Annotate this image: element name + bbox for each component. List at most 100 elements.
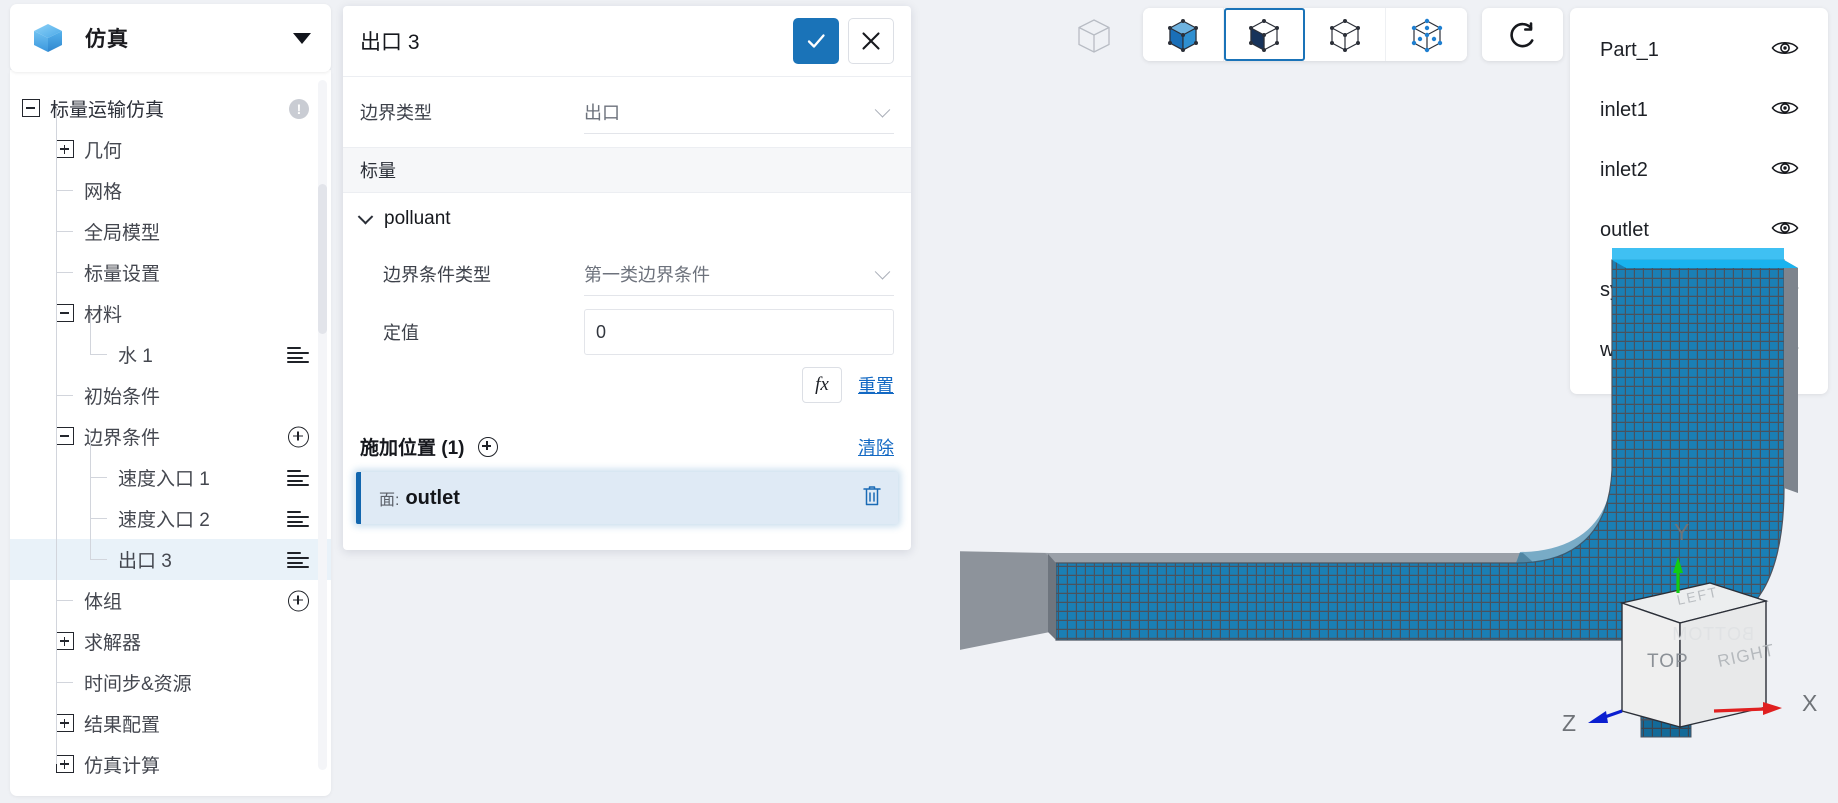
tree-item-6[interactable]: 水 1 bbox=[10, 334, 331, 375]
bc-type-label: 边界条件类型 bbox=[383, 265, 491, 285]
sidebar-scrollbar-thumb[interactable] bbox=[318, 184, 327, 334]
svg-text:TOP: TOP bbox=[1647, 651, 1689, 672]
tree-connector bbox=[90, 354, 107, 356]
tree-connector bbox=[56, 600, 73, 602]
polluant-group-label: polluant bbox=[384, 208, 451, 229]
collapse-icon[interactable] bbox=[56, 427, 74, 445]
tree-item-10[interactable]: 速度入口 2 bbox=[10, 498, 331, 539]
tree-item-label: 初始条件 bbox=[84, 387, 161, 408]
tree-item-label: 时间步&资源 bbox=[84, 674, 192, 695]
tree-item-label: 全局模型 bbox=[84, 223, 161, 244]
tree-item-4[interactable]: 标量设置 bbox=[10, 252, 331, 293]
tree-item-label: 出口 3 bbox=[118, 551, 172, 572]
trash-icon[interactable] bbox=[860, 483, 884, 513]
scalar-section-header: 标量 bbox=[343, 147, 911, 193]
tree-item-0[interactable]: 标量运输仿真! bbox=[10, 88, 331, 129]
tree-connector bbox=[56, 231, 73, 233]
boundary-type-row: 边界类型 出口 bbox=[343, 77, 911, 147]
location-title: 施加位置 (1) bbox=[360, 438, 465, 459]
tree-connector bbox=[56, 272, 73, 274]
tree-item-5[interactable]: 材料 bbox=[10, 293, 331, 334]
axis-label-z: Z bbox=[1562, 710, 1577, 736]
tree-item-14[interactable]: 时间步&资源 bbox=[10, 662, 331, 703]
tree-item-label: 边界条件 bbox=[84, 428, 161, 449]
plus-circle-icon bbox=[288, 590, 309, 611]
tree-item-7[interactable]: 初始条件 bbox=[10, 375, 331, 416]
tree-item-3[interactable]: 全局模型 bbox=[10, 211, 331, 252]
boundary-condition-dialog: 出口 3 边界类型 出口 标量 polluant 边界条件类型 第一类边界条件 … bbox=[343, 6, 911, 550]
tree-item-8[interactable]: 边界条件 bbox=[10, 416, 331, 457]
polluant-group-header[interactable]: polluant bbox=[343, 193, 911, 245]
dialog-header: 出口 3 bbox=[343, 6, 911, 77]
tree-item-16[interactable]: 仿真计算 bbox=[10, 744, 331, 785]
tree-connector bbox=[56, 190, 73, 192]
boundary-type-label: 边界类型 bbox=[360, 103, 432, 123]
location-item[interactable]: 面: outlet bbox=[356, 472, 898, 524]
menu-icon bbox=[287, 469, 309, 487]
tree-item-label: 网格 bbox=[84, 182, 123, 203]
dialog-title: 出口 3 bbox=[360, 31, 420, 54]
row-menu-button[interactable] bbox=[287, 469, 309, 487]
tree-item-label: 水 1 bbox=[118, 346, 153, 367]
tree-item-11[interactable]: 出口 3 bbox=[10, 539, 331, 580]
expand-icon[interactable] bbox=[56, 714, 74, 732]
location-kind: 面: bbox=[379, 492, 400, 509]
chevron-down-icon bbox=[874, 263, 891, 280]
constant-value-input[interactable]: 0 bbox=[584, 309, 894, 355]
row-add-button[interactable] bbox=[288, 426, 309, 447]
row-menu-button[interactable] bbox=[287, 551, 309, 569]
tree-item-9[interactable]: 速度入口 1 bbox=[10, 457, 331, 498]
location-header: 施加位置 (1) 清除 bbox=[343, 417, 911, 468]
expand-icon[interactable] bbox=[56, 755, 74, 773]
row-add-button[interactable] bbox=[288, 590, 309, 611]
collapse-icon[interactable] bbox=[56, 304, 74, 322]
collapse-icon[interactable] bbox=[22, 99, 40, 117]
tree-item-label: 标量运输仿真 bbox=[50, 100, 165, 121]
confirm-button[interactable] bbox=[793, 18, 839, 64]
dialog-footer bbox=[343, 524, 911, 550]
menu-icon bbox=[287, 551, 309, 569]
tree-item-13[interactable]: 求解器 bbox=[10, 621, 331, 662]
expand-icon[interactable] bbox=[56, 140, 74, 158]
app-root: 仿真 标量运输仿真! 几何网格全局模型标量设置 材料水 1 初始条件边界条件速度入口 … bbox=[0, 0, 1838, 803]
row-menu-button[interactable] bbox=[287, 346, 309, 364]
clear-link[interactable]: 清除 bbox=[858, 434, 894, 460]
expand-icon[interactable] bbox=[56, 632, 74, 650]
tree-item-label: 速度入口 1 bbox=[118, 469, 210, 490]
tree-item-label: 几何 bbox=[84, 141, 123, 162]
boundary-type-select[interactable]: 出口 bbox=[584, 90, 894, 134]
menu-icon bbox=[287, 510, 309, 528]
tree-item-2[interactable]: 网格 bbox=[10, 170, 331, 211]
tree-item-label: 结果配置 bbox=[84, 715, 161, 736]
tree-item-12[interactable]: 体组 bbox=[10, 580, 331, 621]
cube-icon bbox=[30, 20, 66, 56]
bc-type-value: 第一类边界条件 bbox=[584, 264, 710, 285]
tree-item-label: 速度入口 2 bbox=[118, 510, 210, 531]
reset-link[interactable]: 重置 bbox=[858, 372, 894, 398]
row-menu-button[interactable] bbox=[287, 510, 309, 528]
constant-value-label: 定值 bbox=[383, 323, 419, 343]
sidebar-header[interactable]: 仿真 bbox=[10, 4, 331, 72]
app-title: 仿真 bbox=[85, 28, 129, 51]
tree-item-15[interactable]: 结果配置 bbox=[10, 703, 331, 744]
formula-actions: fx 重置 bbox=[343, 361, 911, 417]
tree-connector bbox=[90, 477, 107, 479]
caret-down-icon[interactable] bbox=[293, 32, 311, 44]
cancel-button[interactable] bbox=[848, 18, 894, 64]
tree-connector bbox=[56, 682, 73, 684]
tree-item-label: 仿真计算 bbox=[84, 756, 161, 777]
formula-button[interactable]: fx bbox=[802, 367, 842, 403]
tree-connector bbox=[90, 518, 107, 520]
plus-circle-icon bbox=[288, 426, 309, 447]
bc-type-row: 边界条件类型 第一类边界条件 bbox=[343, 245, 911, 303]
axis-label-x: X bbox=[1802, 690, 1818, 716]
bc-type-select[interactable]: 第一类边界条件 bbox=[584, 252, 894, 296]
tree-item-1[interactable]: 几何 bbox=[10, 129, 331, 170]
tree-item-label: 求解器 bbox=[84, 633, 142, 654]
boundary-type-value: 出口 bbox=[584, 102, 620, 123]
sidebar: 仿真 标量运输仿真! 几何网格全局模型标量设置 材料水 1 初始条件边界条件速度入口 … bbox=[10, 4, 331, 796]
warning-badge-icon[interactable]: ! bbox=[289, 98, 309, 119]
orientation-axis-widget[interactable]: TOP RIGHT LEFT BOTTOM Y X Z bbox=[1550, 505, 1838, 755]
constant-value-row: 定值 0 bbox=[343, 303, 911, 361]
plus-circle-icon[interactable] bbox=[477, 436, 498, 457]
